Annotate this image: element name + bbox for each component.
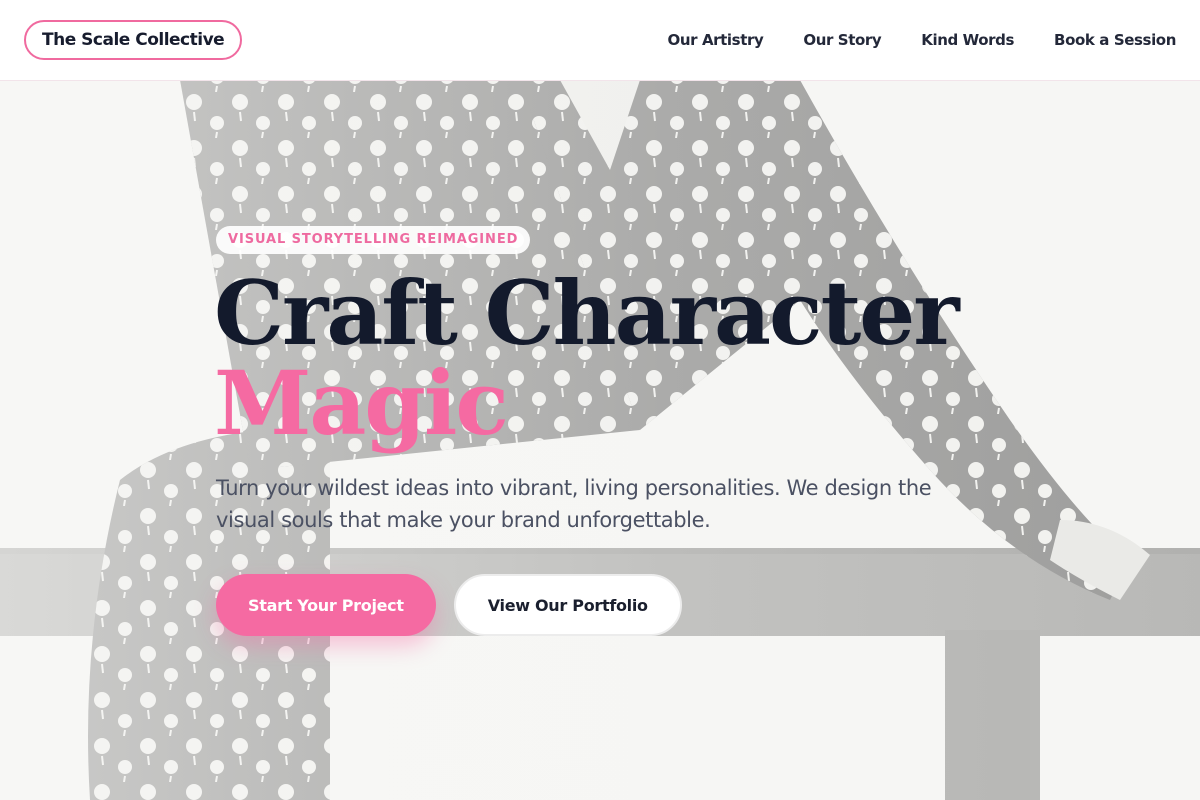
start-project-button[interactable]: Start Your Project <box>216 574 436 636</box>
landing-page: The Scale Collective Our Artistry Our St… <box>0 0 1200 800</box>
hero-headline-accent: Magic <box>214 351 509 455</box>
site-header: The Scale Collective Our Artistry Our St… <box>0 0 1200 81</box>
hero-eyebrow-badge: VISUAL STORYTELLING REIMAGINED <box>216 226 531 254</box>
hero-headline: Craft Character Magic <box>214 268 1016 448</box>
nav-link-book-a-session[interactable]: Book a Session <box>1054 31 1176 49</box>
hero-section: VISUAL STORYTELLING REIMAGINED Craft Cha… <box>214 226 1016 636</box>
main-nav: Our Artistry Our Story Kind Words Book a… <box>668 0 1177 80</box>
hero-subtext: Turn your wildest ideas into vibrant, li… <box>216 476 932 532</box>
nav-link-our-story[interactable]: Our Story <box>803 31 881 49</box>
nav-link-our-artistry[interactable]: Our Artistry <box>668 31 764 49</box>
hero-cta-row: Start Your Project View Our Portfolio <box>216 574 1016 636</box>
view-portfolio-button[interactable]: View Our Portfolio <box>453 574 682 636</box>
brand-logo[interactable]: The Scale Collective <box>24 20 243 60</box>
nav-link-kind-words[interactable]: Kind Words <box>921 31 1014 49</box>
hero-headline-line-1: Craft Character <box>214 261 960 365</box>
